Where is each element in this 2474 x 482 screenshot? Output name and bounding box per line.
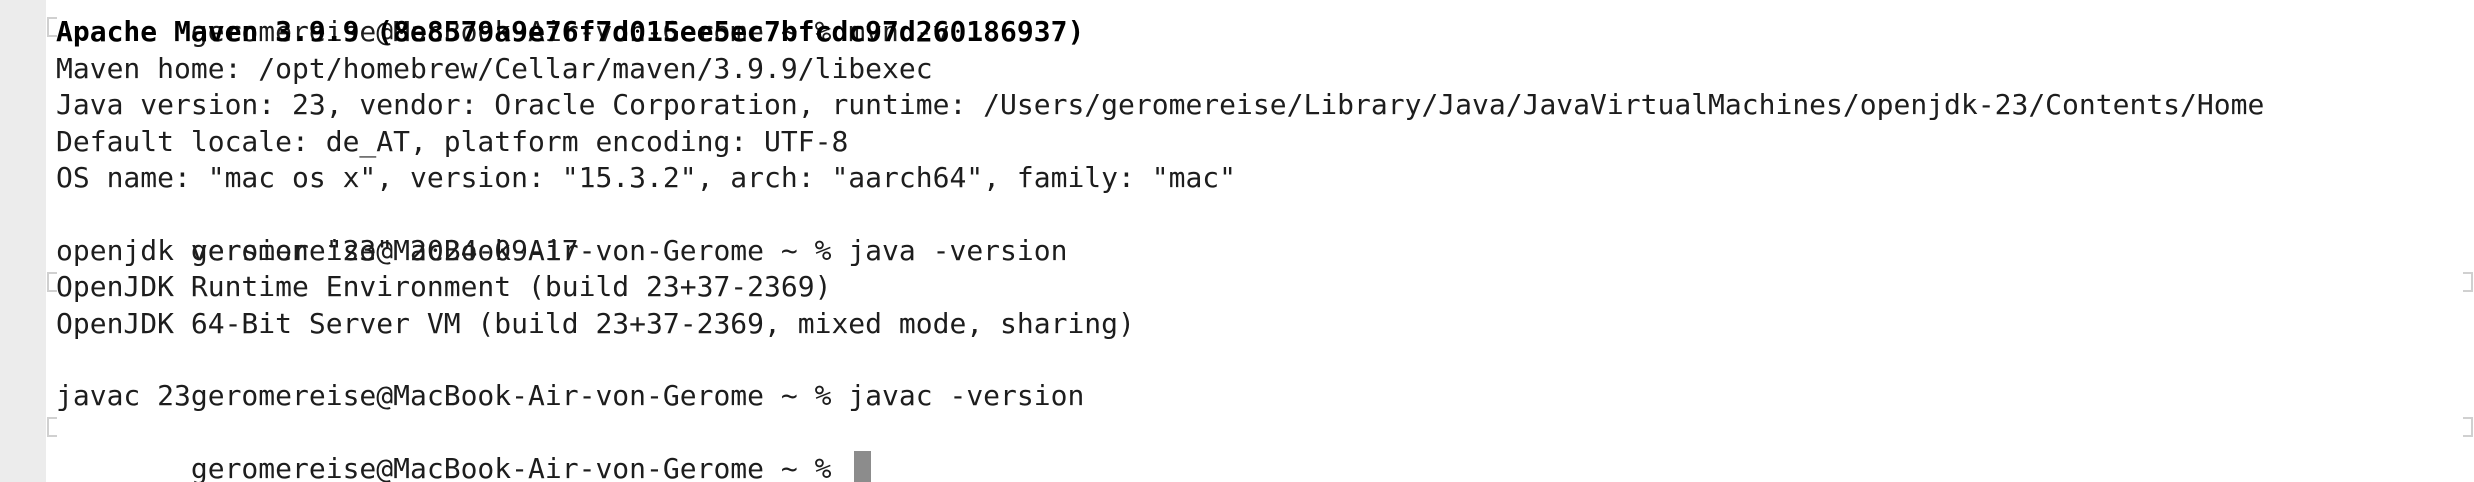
shell-prompt: geromereise@MacBook-Air-von-Gerome ~ % bbox=[190, 379, 849, 413]
shell-prompt: geromereise@MacBook-Air-von-Gerome ~ % bbox=[190, 452, 849, 482]
command-text: javac -version bbox=[848, 379, 1085, 413]
terminal-output-line: openjdk version "23" 2024-09-17 bbox=[56, 233, 579, 267]
terminal-output-line: Java version: 23, vendor: Oracle Corpora… bbox=[56, 88, 2265, 122]
command-text: java -version bbox=[848, 233, 1068, 267]
terminal-output[interactable]: geromereise@MacBook-Air-von-Gerome ~ % m… bbox=[56, 0, 2466, 482]
terminal-output-line: Maven home: /opt/homebrew/Cellar/maven/3… bbox=[56, 51, 933, 85]
terminal-command-line: geromereise@MacBook-Air-von-Gerome ~ % j… bbox=[56, 342, 2466, 412]
terminal-active-prompt-line[interactable]: geromereise@MacBook-Air-von-Gerome ~ % bbox=[56, 415, 2466, 482]
text-cursor-icon bbox=[854, 451, 872, 482]
terminal-command-line: geromereise@MacBook-Air-von-Gerome ~ % j… bbox=[56, 196, 2466, 267]
terminal-screen: geromereise@MacBook-Air-von-Gerome ~ % m… bbox=[0, 0, 2474, 482]
terminal-window[interactable]: geromereise@MacBook-Air-von-Gerome ~ % m… bbox=[46, 0, 2474, 482]
terminal-output-line: OpenJDK Runtime Environment (build 23+37… bbox=[56, 270, 832, 304]
terminal-output-line: Apache Maven 3.9.9 (8e8579a9e76f7d015ee5… bbox=[56, 15, 1085, 49]
terminal-output-line: Default locale: de_AT, platform encoding… bbox=[56, 124, 849, 158]
terminal-output-line: OS name: "mac os x", version: "15.3.2", … bbox=[56, 160, 1237, 194]
terminal-command-line: geromereise@MacBook-Air-von-Gerome ~ % m… bbox=[56, 0, 2466, 48]
terminal-output-line: OpenJDK 64-Bit Server VM (build 23+37-23… bbox=[56, 306, 1135, 340]
